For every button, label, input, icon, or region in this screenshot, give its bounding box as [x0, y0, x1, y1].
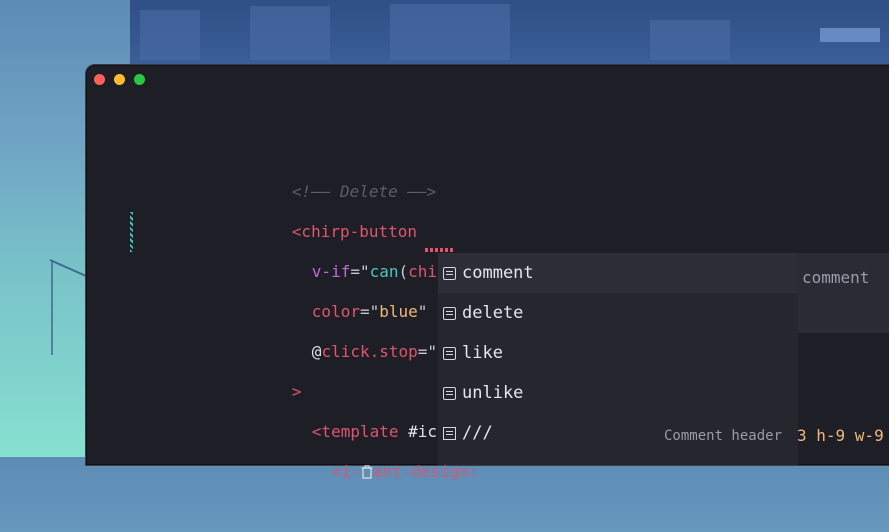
trash-icon [361, 465, 373, 479]
code-line-template: <template #icon> [254, 372, 466, 441]
bg-window [140, 10, 200, 60]
suggest-label: comment [462, 263, 534, 283]
editor-window: <!—— Delete ——> <chirp-button v-if="can(… [85, 64, 889, 481]
code-line-open-tag: <chirp-button [234, 172, 417, 241]
text-icon [443, 347, 456, 360]
maximize-window-button[interactable] [134, 74, 145, 85]
attr-eq: =" [417, 342, 438, 361]
suggest-detail-panel: comment [798, 253, 889, 333]
suggest-label: delete [462, 303, 524, 323]
suggest-label: like [462, 343, 503, 363]
suggest-label: /// [462, 423, 493, 443]
code-line-v-if: v-if="can(chirp, '')" [254, 212, 516, 281]
bg-window [250, 6, 330, 60]
text-icon [443, 267, 456, 280]
bg-window [650, 20, 730, 60]
code-editor[interactable]: <!—— Delete ——> <chirp-button v-if="can(… [86, 65, 516, 481]
suggest-label: unlike [462, 383, 524, 403]
error-squiggle [425, 248, 455, 252]
suggest-item-comment[interactable]: comment [438, 253, 798, 293]
bg-window [820, 28, 880, 42]
modified-line-marker [130, 212, 133, 252]
snippet-hint: Comment header [664, 428, 783, 444]
class-overflow-text: 3 h-9 w-9 [797, 426, 884, 445]
text-icon [443, 307, 456, 320]
code-line-color: color="blue" [254, 252, 428, 321]
attr-name: click.stop [321, 342, 418, 361]
attr-prefix: @ [311, 342, 322, 361]
snippet-icon [443, 427, 456, 440]
text-icon [443, 387, 456, 400]
code-line-comment: <!—— Delete ——> [234, 132, 437, 201]
suggest-item-unlike[interactable]: unlike [438, 373, 798, 413]
suggest-item-like[interactable]: like [438, 333, 798, 373]
suggest-item-delete[interactable]: delete [438, 293, 798, 333]
bg-window [390, 4, 510, 60]
detail-text: comment [802, 268, 870, 287]
tag-name: <i- [331, 462, 361, 481]
background-building [130, 0, 889, 64]
code-line-close-bracket: > [234, 332, 302, 401]
